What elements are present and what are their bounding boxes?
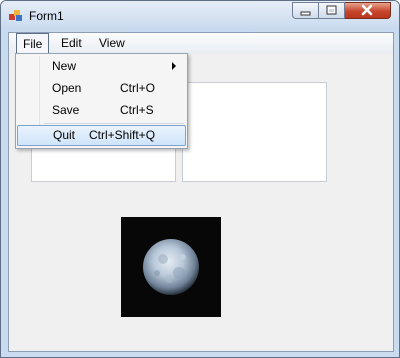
menu-item-quit[interactable]: Quit Ctrl+Shift+Q — [17, 125, 186, 146]
minimize-icon — [300, 11, 311, 16]
menu-item-new[interactable]: New — [16, 55, 187, 77]
menu-item-save[interactable]: Save Ctrl+S — [16, 99, 187, 121]
submenu-arrow-icon — [172, 62, 176, 70]
winforms-app-icon — [9, 10, 22, 21]
close-icon — [361, 4, 373, 16]
maximize-button[interactable] — [319, 2, 345, 19]
menu-item-label: Quit — [53, 128, 76, 142]
menu-file[interactable]: File — [16, 33, 49, 54]
close-button[interactable] — [345, 2, 391, 19]
right-panel[interactable] — [182, 82, 327, 182]
main-window: Form1 File Edit View New Open Ctrl+O Sav… — [0, 0, 400, 358]
menu-item-open[interactable]: Open Ctrl+O — [16, 77, 187, 99]
menu-item-shortcut: Ctrl+S — [120, 103, 154, 117]
file-menu-dropdown: New Open Ctrl+O Save Ctrl+S Quit Ctrl+Sh… — [15, 53, 188, 149]
minimize-button[interactable] — [292, 2, 319, 19]
menu-edit[interactable]: Edit — [55, 33, 88, 54]
menu-separator — [44, 123, 184, 124]
window-title: Form1 — [29, 9, 64, 23]
menu-item-label: Open — [52, 81, 82, 95]
menu-view[interactable]: View — [93, 33, 131, 54]
menu-item-label: New — [52, 59, 77, 73]
moon-image — [121, 217, 221, 317]
menu-item-shortcut: Ctrl+Shift+Q — [89, 128, 156, 142]
menu-item-shortcut: Ctrl+O — [120, 81, 156, 95]
menu-bar: File Edit View — [9, 33, 393, 54]
maximize-icon — [326, 5, 337, 15]
title-bar[interactable]: Form1 — [1, 1, 399, 31]
picture-box[interactable] — [121, 217, 221, 317]
menu-item-label: Save — [52, 103, 80, 117]
